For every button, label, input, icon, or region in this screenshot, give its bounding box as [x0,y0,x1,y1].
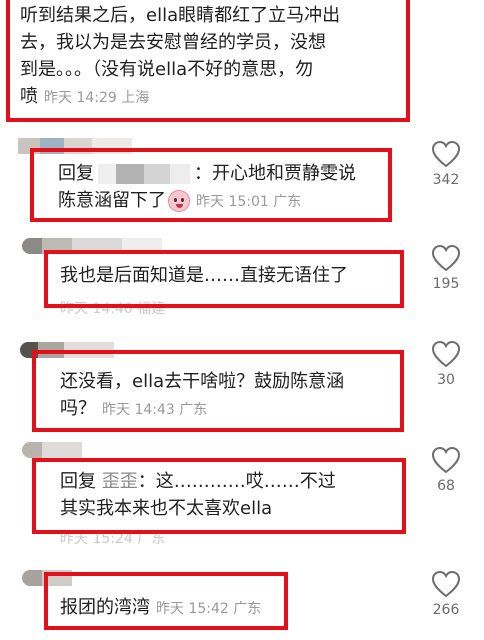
heart-icon [431,244,461,272]
like-count: 68 [437,478,455,494]
heart-icon [431,570,461,598]
comment-meta: 昨天 15:24 广东 [60,528,165,548]
comment-line-tail: 吗？ [60,398,96,419]
comment-meta: 昨天 15:42 广东 [156,601,261,617]
comment-time: 昨天 15:24 [60,531,133,547]
comment-text: 听到结果之后，ella眼睛都红了立马冲出 去，我以为是去安慰曾经的学员，没想 到… [20,2,340,112]
comment-text: 回复 歪歪：这…………哎……不过 其实我本来也不太喜欢ella [60,468,336,522]
reply-text: ：这…………哎……不过 [137,471,336,492]
comment-text: 回复 ：开心地和贾静雯说 陈意涵留下了 昨天 15:01 广东 [58,160,356,216]
reply-prefix: 回复 [60,471,96,492]
comment-line: 报团的湾湾 [60,597,150,618]
heart-icon [431,446,461,474]
avatar [22,570,122,586]
comment-time: 昨天 14:43 [102,402,175,418]
comment-text: 报团的湾湾 昨天 15:42 广东 [60,594,261,623]
reply-text: ：开心地和贾静雯说 [194,163,356,184]
comment-time: 昨天 14:40 [60,301,133,317]
like-count: 266 [432,602,460,618]
comment-location: 上海 [121,90,150,106]
comment-location: 广东 [233,601,262,617]
comment-line: 喷昨天 14:29 上海 [20,83,340,112]
like-count: 30 [437,372,455,388]
comment-text: 我也是后面知道是……直接无语住了 [60,265,348,286]
comment-line-tail: 喷 [20,86,38,107]
like-count: 342 [432,172,460,188]
comment-time: 昨天 15:42 [156,601,229,617]
reply-prefix: 回复 [58,163,94,184]
avatar [20,342,140,358]
comment-line: 回复 歪歪：这…………哎……不过 [60,468,336,495]
avatar [18,138,178,154]
comment-line: 陈意涵留下了 昨天 15:01 广东 [58,187,356,216]
like-button[interactable]: 266 [426,570,466,618]
like-count: 195 [432,276,460,292]
comment-line: 到是。。。（没有说ella不好的意思，勿 [20,59,314,80]
comment-time: 昨天 14:29 [44,90,117,106]
comment-line: 回复 ：开心地和贾静雯说 [58,160,356,187]
comment-meta: 昨天 14:40 福建 [60,298,165,318]
comment-line: 其实我本来也不太喜欢ella [60,498,273,519]
comment-text: 还没看，ella去干啥啦？鼓励陈意涵 吗？ 昨天 14:43 广东 [60,368,344,424]
like-button[interactable]: 342 [426,140,466,188]
crying-face-emoji-icon [168,190,190,212]
censored-username [98,164,190,184]
comment-meta: 昨天 14:43 广东 [102,402,207,418]
comment-meta: 昨天 14:29 上海 [44,90,149,106]
reply-username[interactable]: 歪歪 [102,471,138,492]
like-button[interactable]: 30 [426,340,466,388]
heart-icon [431,340,461,368]
comment-line: 去，我以为是去安慰曾经的学员，没想 [20,32,326,53]
comment-location: 广东 [137,531,166,547]
comment-time: 昨天 15:01 [196,194,269,210]
comment-line: 吗？ 昨天 14:43 广东 [60,395,344,424]
comment-meta: 昨天 15:01 广东 [196,194,301,210]
like-button[interactable]: 68 [426,446,466,494]
like-button[interactable]: 195 [426,244,466,292]
heart-icon [431,140,461,168]
reply-text-cont: 陈意涵留下了 [58,190,166,211]
comment-line: 还没看，ella去干啥啦？鼓励陈意涵 [60,371,345,392]
comment-location: 福建 [137,301,166,317]
avatar [22,238,172,254]
comment-location: 广东 [273,194,302,210]
avatar [22,442,132,458]
comment-line: 听到结果之后，ella眼睛都红了立马冲出 [20,5,341,26]
comment-location: 广东 [179,402,208,418]
